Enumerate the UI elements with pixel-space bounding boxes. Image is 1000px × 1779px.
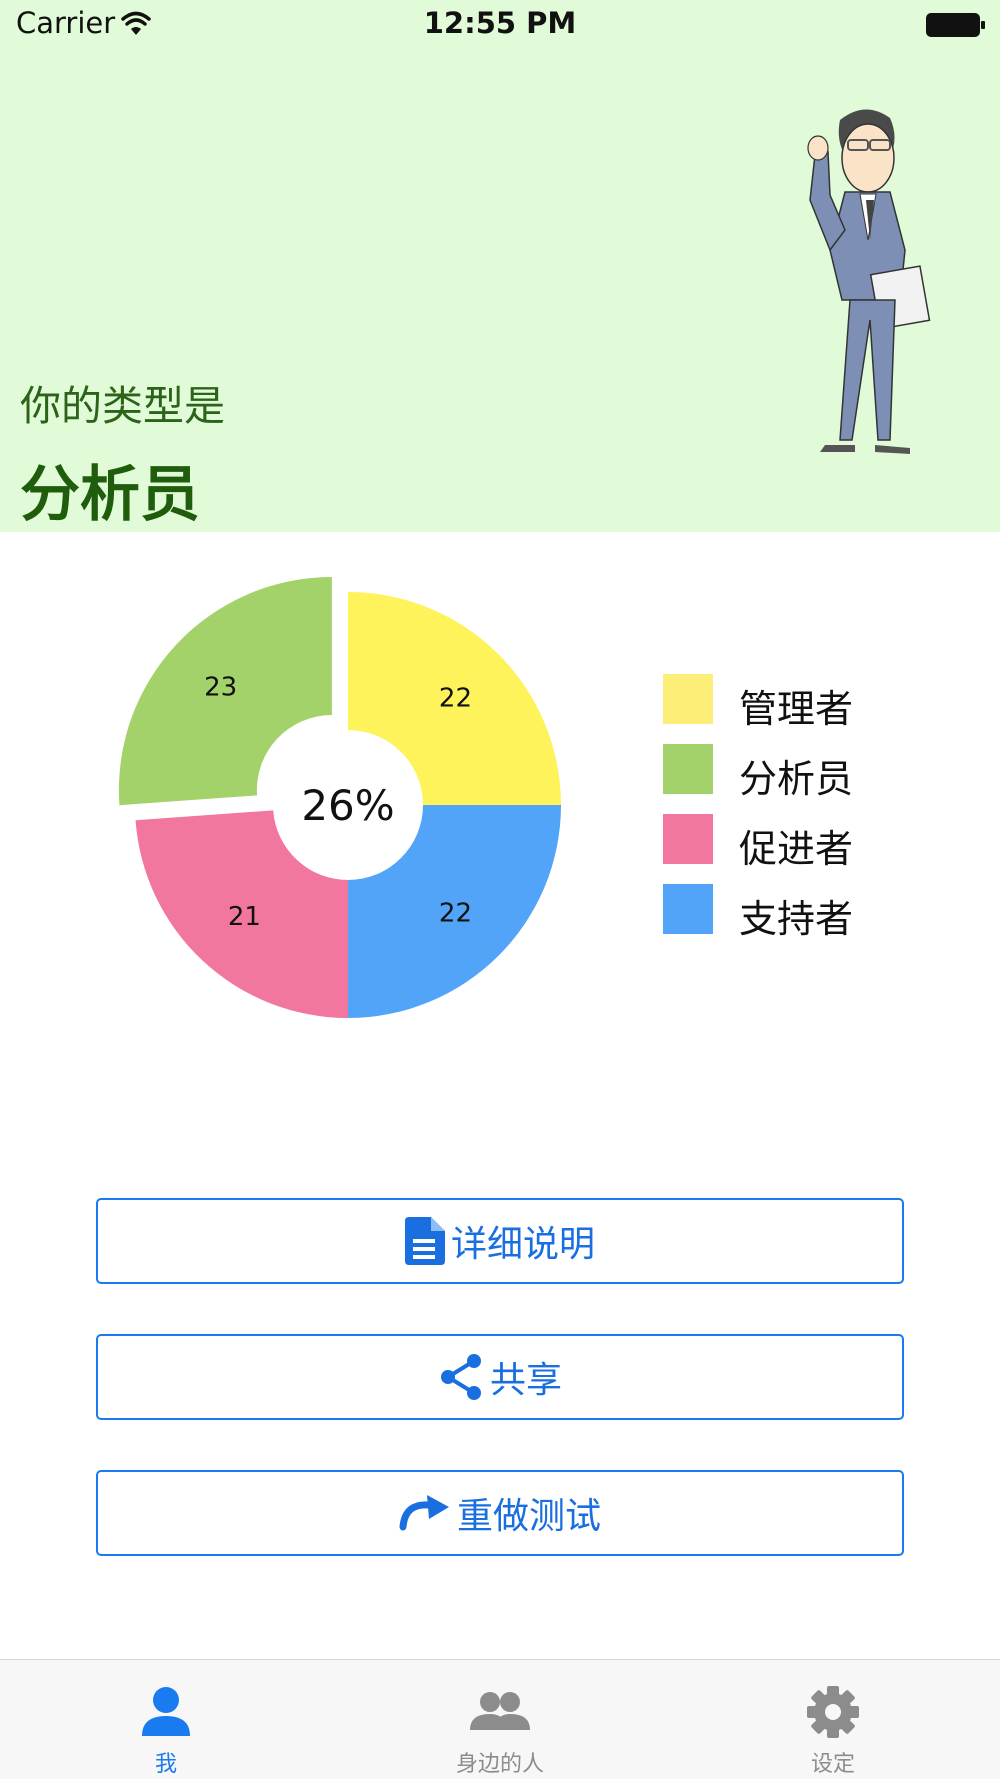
pie-center-label: 26% [301,781,394,830]
pie-slice-label-analyst: 23 [204,672,237,702]
legend-label-manager: 管理者 [739,687,854,731]
clock: 12:55 PM [423,6,577,40]
legend-label-facilitator: 促进者 [739,827,854,871]
legend-swatch-manager [663,674,713,724]
redo-test-button-label: 重做测试 [456,1496,601,1537]
tab-me[interactable]: 我 [66,1660,266,1779]
pie-svg: 22 22 21 23 26% [118,577,561,1018]
pie-slice-label-facilitator: 21 [228,902,261,932]
battery-icon [926,13,985,37]
tab-nearby-people-label: 身边的人 [455,1752,544,1777]
status-bar: Carrier 12:55 PM [0,0,1000,50]
detail-button[interactable]: 详细说明 [96,1198,904,1284]
redo-icon [399,1495,451,1531]
share-button[interactable]: 共享 [96,1334,904,1420]
legend-swatch-facilitator [663,814,713,864]
tab-settings-label: 设定 [810,1752,855,1777]
document-icon [404,1217,445,1265]
legend-swatch-supporter [663,884,713,934]
character-illustration [807,109,931,454]
legend-label-analyst: 分析员 [739,757,854,801]
person-icon [142,1687,190,1736]
tab-bar: 我 身边的人 设定 [0,1659,1000,1779]
tab-settings[interactable]: 设定 [733,1660,933,1779]
share-button-label: 共享 [489,1360,562,1401]
result-header: 你的类型是 分析员 [0,0,1000,532]
tab-nearby-people[interactable]: 身边的人 [400,1660,600,1779]
type-value: 分析员 [20,460,200,530]
people-icon [470,1692,530,1730]
pie-slice-label-supporter: 22 [439,898,472,928]
detail-button-label: 详细说明 [450,1224,595,1265]
pie-slice-label-manager: 22 [439,684,472,714]
gear-icon [807,1686,859,1738]
type-label: 你的类型是 [20,382,225,430]
tab-me-label: 我 [154,1752,177,1777]
legend-label-supporter: 支持者 [739,897,854,941]
redo-test-button[interactable]: 重做测试 [96,1470,904,1556]
share-icon [438,1353,484,1401]
legend-swatch-analyst [663,744,713,794]
type-pie-chart: 22 22 21 23 26% [100,565,580,1025]
